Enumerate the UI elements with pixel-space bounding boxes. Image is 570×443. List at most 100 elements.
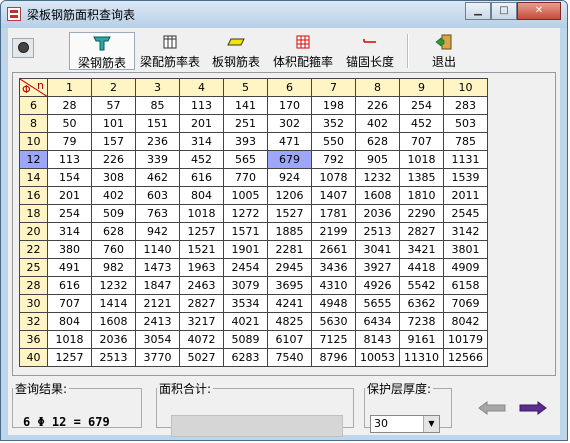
grid-cell[interactable]: 3436 bbox=[311, 258, 356, 277]
grid-cell[interactable]: 4310 bbox=[311, 276, 356, 295]
grid-cell[interactable]: 8796 bbox=[311, 348, 356, 367]
grid-cell[interactable]: 1963 bbox=[179, 258, 224, 277]
grid-cell[interactable]: 2121 bbox=[135, 294, 180, 313]
grid-cell[interactable]: 6107 bbox=[267, 330, 312, 349]
grid-cell[interactable]: 251 bbox=[223, 114, 268, 133]
grid-cell[interactable]: 2827 bbox=[399, 222, 444, 241]
grid-cell[interactable]: 707 bbox=[399, 132, 444, 151]
grid-cell[interactable]: 157 bbox=[91, 132, 136, 151]
grid-cell[interactable]: 4825 bbox=[267, 312, 312, 331]
grid-cell[interactable]: 3421 bbox=[399, 240, 444, 259]
grid-cell[interactable]: 1018 bbox=[179, 204, 224, 223]
grid-cell[interactable]: 6158 bbox=[443, 276, 488, 295]
grid-cell[interactable]: 1527 bbox=[267, 204, 312, 223]
column-header[interactable]: 6 bbox=[267, 78, 312, 97]
grid-cell[interactable]: 491 bbox=[47, 258, 92, 277]
grid-cell[interactable]: 1078 bbox=[311, 168, 356, 187]
grid-cell[interactable]: 2945 bbox=[267, 258, 312, 277]
row-header[interactable]: 25 bbox=[19, 258, 48, 277]
grid-cell[interactable]: 339 bbox=[135, 150, 180, 169]
grid-cell[interactable]: 4926 bbox=[355, 276, 400, 295]
grid-cell[interactable]: 3534 bbox=[223, 294, 268, 313]
beam-ratio-table-button[interactable]: 梁配筋率表 bbox=[137, 32, 203, 70]
grid-cell[interactable]: 12566 bbox=[443, 348, 488, 367]
grid-cell[interactable]: 151 bbox=[135, 114, 180, 133]
column-header[interactable]: 2 bbox=[91, 78, 136, 97]
grid-cell[interactable]: 4072 bbox=[179, 330, 224, 349]
grid-cell[interactable]: 6362 bbox=[399, 294, 444, 313]
grid-cell[interactable]: 1407 bbox=[311, 186, 356, 205]
grid-cell[interactable]: 5655 bbox=[355, 294, 400, 313]
title-bar[interactable]: 梁板钢筋面积查询表 ▁ □ ✕ bbox=[1, 1, 567, 28]
grid-cell[interactable]: 7540 bbox=[267, 348, 312, 367]
grid-cell[interactable]: 5542 bbox=[399, 276, 444, 295]
row-header[interactable]: 36 bbox=[19, 330, 48, 349]
grid-cell[interactable]: 1131 bbox=[443, 150, 488, 169]
grid-cell[interactable]: 4948 bbox=[311, 294, 356, 313]
grid-cell[interactable]: 85 bbox=[135, 96, 180, 115]
chevron-down-icon[interactable]: ▼ bbox=[423, 416, 439, 432]
grid-cell[interactable]: 402 bbox=[91, 186, 136, 205]
grid-cell[interactable]: 707 bbox=[47, 294, 92, 313]
grid-cell[interactable]: 1206 bbox=[267, 186, 312, 205]
grid-cell[interactable]: 1385 bbox=[399, 168, 444, 187]
row-header[interactable]: 18 bbox=[19, 204, 48, 223]
grid-cell[interactable]: 6283 bbox=[223, 348, 268, 367]
row-header[interactable]: 30 bbox=[19, 294, 48, 313]
grid-cell[interactable]: 462 bbox=[135, 168, 180, 187]
grid-cell[interactable]: 352 bbox=[311, 114, 356, 133]
grid-cell[interactable]: 1539 bbox=[443, 168, 488, 187]
grid-cell[interactable]: 1885 bbox=[267, 222, 312, 241]
grid-cell[interactable]: 3801 bbox=[443, 240, 488, 259]
grid-cell[interactable]: 201 bbox=[179, 114, 224, 133]
column-header[interactable]: 8 bbox=[355, 78, 400, 97]
row-header[interactable]: 28 bbox=[19, 276, 48, 295]
grid-cell[interactable]: 113 bbox=[47, 150, 92, 169]
grid-cell[interactable]: 628 bbox=[91, 222, 136, 241]
grid-cell[interactable]: 4241 bbox=[267, 294, 312, 313]
grid-cell[interactable]: 1272 bbox=[223, 204, 268, 223]
grid-cell[interactable]: 79 bbox=[47, 132, 92, 151]
grid-cell[interactable]: 308 bbox=[91, 168, 136, 187]
row-header[interactable]: 14 bbox=[19, 168, 48, 187]
grid-cell[interactable]: 471 bbox=[267, 132, 312, 151]
grid-cell[interactable]: 314 bbox=[179, 132, 224, 151]
grid-cell[interactable]: 550 bbox=[311, 132, 356, 151]
area-total-field[interactable] bbox=[171, 415, 343, 437]
column-header[interactable]: 10 bbox=[443, 78, 488, 97]
row-header[interactable]: 12 bbox=[19, 150, 48, 169]
slab-rebar-table-button[interactable]: 板钢筋表 bbox=[206, 32, 266, 70]
grid-cell[interactable]: 1473 bbox=[135, 258, 180, 277]
grid-cell[interactable]: 2036 bbox=[355, 204, 400, 223]
grid-cell[interactable]: 8042 bbox=[443, 312, 488, 331]
grid-cell[interactable]: 7125 bbox=[311, 330, 356, 349]
row-header[interactable]: 40 bbox=[19, 348, 48, 367]
exit-button[interactable]: 退出 bbox=[424, 32, 464, 70]
grid-cell[interactable]: 254 bbox=[399, 96, 444, 115]
beam-rebar-table-button[interactable]: 梁钢筋表 bbox=[69, 32, 135, 70]
grid-cell[interactable]: 2513 bbox=[91, 348, 136, 367]
grid-cell[interactable]: 1232 bbox=[91, 276, 136, 295]
grid-cell[interactable]: 9161 bbox=[399, 330, 444, 349]
grid-cell[interactable]: 1608 bbox=[355, 186, 400, 205]
grid-cell[interactable]: 226 bbox=[91, 150, 136, 169]
grid-cell[interactable]: 760 bbox=[91, 240, 136, 259]
grid-cell[interactable]: 3217 bbox=[179, 312, 224, 331]
cover-thickness-select[interactable]: 30 ▼ bbox=[370, 415, 440, 433]
grid-cell[interactable]: 8143 bbox=[355, 330, 400, 349]
grid-cell[interactable]: 5089 bbox=[223, 330, 268, 349]
grid-cell[interactable]: 236 bbox=[135, 132, 180, 151]
grid-cell[interactable]: 452 bbox=[399, 114, 444, 133]
grid-cell[interactable]: 1781 bbox=[311, 204, 356, 223]
grid-cell[interactable]: 1257 bbox=[47, 348, 92, 367]
grid-cell[interactable]: 1810 bbox=[399, 186, 444, 205]
grid-cell[interactable]: 503 bbox=[443, 114, 488, 133]
grid-cell[interactable]: 113 bbox=[179, 96, 224, 115]
grid-cell[interactable]: 2545 bbox=[443, 204, 488, 223]
row-header[interactable]: 10 bbox=[19, 132, 48, 151]
grid-cell[interactable]: 804 bbox=[47, 312, 92, 331]
grid-cell[interactable]: 804 bbox=[179, 186, 224, 205]
column-header[interactable]: 7 bbox=[311, 78, 356, 97]
grid-cell[interactable]: 565 bbox=[223, 150, 268, 169]
grid-cell[interactable]: 982 bbox=[91, 258, 136, 277]
